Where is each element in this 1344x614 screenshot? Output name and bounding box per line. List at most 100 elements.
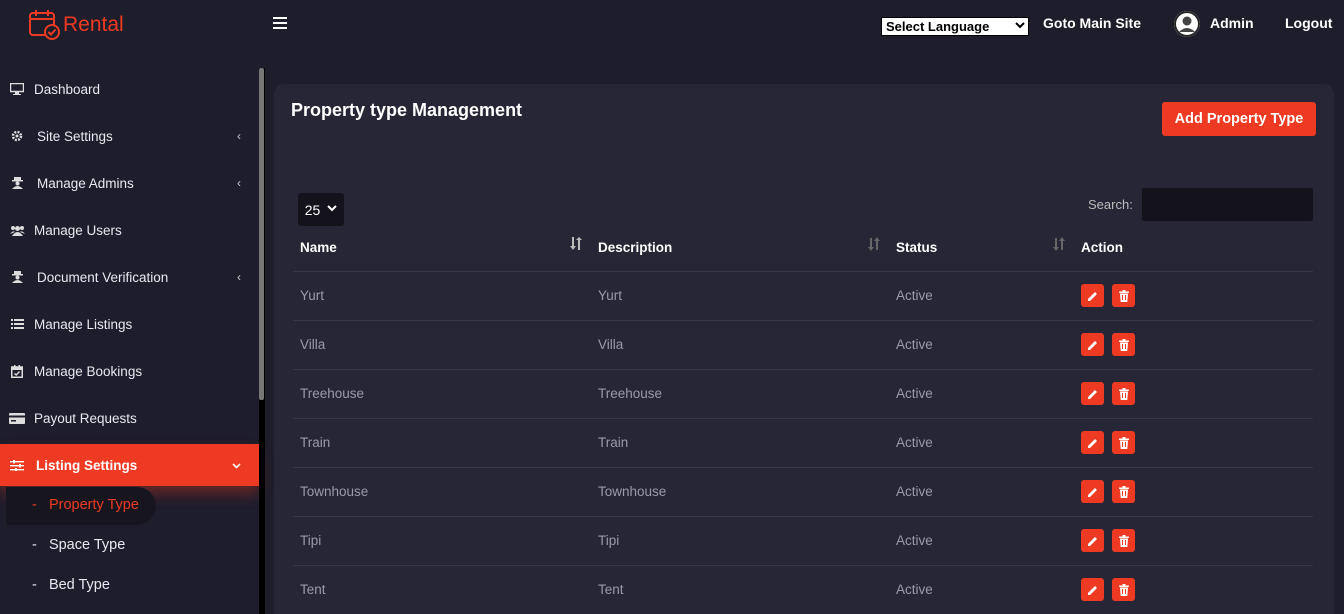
- edit-button[interactable]: [1081, 382, 1104, 405]
- row-divider: [293, 369, 1313, 370]
- delete-button[interactable]: [1112, 578, 1135, 601]
- trash-icon: [1118, 387, 1129, 400]
- cell-description: Tent: [598, 582, 624, 597]
- add-property-type-button[interactable]: Add Property Type: [1162, 102, 1316, 136]
- sidebar-item-label: Manage Bookings: [34, 363, 143, 379]
- brand-logo[interactable]: Rental: [28, 8, 124, 42]
- trash-icon: [1118, 534, 1129, 547]
- user-name[interactable]: Admin: [1210, 15, 1254, 31]
- top-bar: Rental Select Language Goto Main Site Ad…: [0, 0, 1344, 50]
- chevron-down-icon: [232, 458, 241, 472]
- submenu-item-property-type[interactable]: - Property Type: [32, 497, 139, 513]
- trash-icon: [1118, 436, 1129, 449]
- language-select-value: Select Language: [886, 19, 990, 34]
- user-secret-icon: [9, 270, 25, 284]
- cell-status: Active: [896, 337, 933, 352]
- delete-button[interactable]: [1112, 529, 1135, 552]
- sidebar-item-label: Payout Requests: [34, 410, 137, 426]
- edit-button[interactable]: [1081, 333, 1104, 356]
- cell-status: Active: [896, 484, 933, 499]
- sidebar-item-manage-admins[interactable]: Manage Admins ‹: [0, 162, 259, 204]
- column-header-description[interactable]: Description: [598, 240, 672, 255]
- column-header-status[interactable]: Status: [896, 240, 937, 255]
- cell-name: Tent: [300, 582, 326, 597]
- edit-button[interactable]: [1081, 480, 1104, 503]
- submenu-item-space-type[interactable]: - Space Type: [32, 537, 125, 553]
- trash-icon: [1118, 338, 1129, 351]
- cell-status: Active: [896, 435, 933, 450]
- cell-description: Treehouse: [598, 386, 663, 401]
- logout-link[interactable]: Logout: [1285, 15, 1332, 31]
- cell-name: Train: [300, 435, 331, 450]
- sidebar-item-label: Manage Users: [34, 222, 122, 238]
- delete-button[interactable]: [1112, 284, 1135, 307]
- sidebar-item-manage-listings[interactable]: Manage Listings: [0, 303, 259, 345]
- cell-description: Tipi: [598, 533, 620, 548]
- list-icon: [9, 317, 25, 331]
- sidebar: Dashboard Site Settings ‹ Manage Admins …: [0, 64, 259, 614]
- sidebar-item-label: Dashboard: [34, 81, 101, 97]
- pencil-icon: [1087, 585, 1097, 595]
- page-title: Property type Management: [291, 100, 523, 120]
- sidebar-item-document-verification[interactable]: Document Verification ‹: [0, 256, 259, 298]
- row-divider: [293, 320, 1313, 321]
- pencil-icon: [1087, 438, 1097, 448]
- submenu-item-bed-type[interactable]: - Bed Type: [32, 577, 110, 593]
- column-header-name[interactable]: Name: [300, 240, 337, 255]
- sidebar-item-manage-bookings[interactable]: Manage Bookings: [0, 350, 259, 392]
- goto-main-site-link[interactable]: Goto Main Site: [1043, 15, 1141, 31]
- chevron-left-icon: ‹: [237, 270, 241, 284]
- pencil-icon: [1087, 487, 1097, 497]
- cell-name: Villa: [300, 337, 326, 352]
- delete-button[interactable]: [1112, 382, 1135, 405]
- cell-status: Active: [896, 288, 933, 303]
- edit-button[interactable]: [1081, 529, 1104, 552]
- cell-name: Yurt: [300, 288, 325, 303]
- sort-icon[interactable]: [868, 237, 882, 255]
- sliders-icon: [9, 458, 25, 472]
- cell-name: Tipi: [300, 533, 322, 548]
- sort-desc-icon[interactable]: [570, 237, 584, 255]
- pencil-icon: [1087, 536, 1097, 546]
- language-select[interactable]: Select Language: [881, 17, 1029, 36]
- edit-button[interactable]: [1081, 284, 1104, 307]
- sidebar-item-manage-users[interactable]: Manage Users: [0, 209, 259, 251]
- delete-button[interactable]: [1112, 431, 1135, 454]
- sidebar-item-label: Listing Settings: [36, 457, 138, 473]
- gear-icon: [9, 129, 25, 143]
- cell-name: Treehouse: [300, 386, 365, 401]
- chevron-down-icon: [1015, 21, 1025, 32]
- chevron-left-icon: ‹: [237, 176, 241, 190]
- header-divider: [293, 271, 1313, 272]
- sidebar-scrollbar-thumb[interactable]: [259, 68, 264, 400]
- search-input[interactable]: [1142, 188, 1313, 221]
- cell-description: Yurt: [598, 288, 623, 303]
- page-length-select[interactable]: 25: [298, 193, 344, 226]
- cell-name: Townhouse: [300, 484, 369, 499]
- submenu-item-label: Space Type: [48, 537, 126, 553]
- edit-button[interactable]: [1081, 431, 1104, 454]
- sidebar-item-site-settings[interactable]: Site Settings ‹: [0, 115, 259, 157]
- submenu-dash: -: [32, 497, 37, 513]
- row-divider: [293, 467, 1313, 468]
- sidebar-item-listing-settings[interactable]: Listing Settings: [0, 444, 259, 486]
- menu-toggle-icon[interactable]: [273, 16, 287, 33]
- edit-button[interactable]: [1081, 578, 1104, 601]
- sidebar-item-payout-requests[interactable]: Payout Requests: [0, 397, 259, 439]
- cell-description: Townhouse: [598, 484, 667, 499]
- pencil-icon: [1087, 291, 1097, 301]
- sidebar-item-label: Document Verification: [37, 269, 169, 285]
- sort-icon[interactable]: [1053, 237, 1067, 255]
- submenu-dash: -: [32, 537, 37, 553]
- chevron-down-icon: [327, 204, 337, 215]
- trash-icon: [1118, 583, 1129, 596]
- sidebar-scrollbar[interactable]: [259, 68, 265, 614]
- sidebar-item-label: Site Settings: [37, 128, 113, 144]
- delete-button[interactable]: [1112, 333, 1135, 356]
- sidebar-item-dashboard[interactable]: Dashboard: [0, 68, 259, 110]
- monitor-icon: [9, 82, 25, 96]
- row-divider: [293, 565, 1313, 566]
- column-header-action: Action: [1081, 240, 1123, 255]
- user-avatar-icon[interactable]: [1174, 11, 1200, 37]
- delete-button[interactable]: [1112, 480, 1135, 503]
